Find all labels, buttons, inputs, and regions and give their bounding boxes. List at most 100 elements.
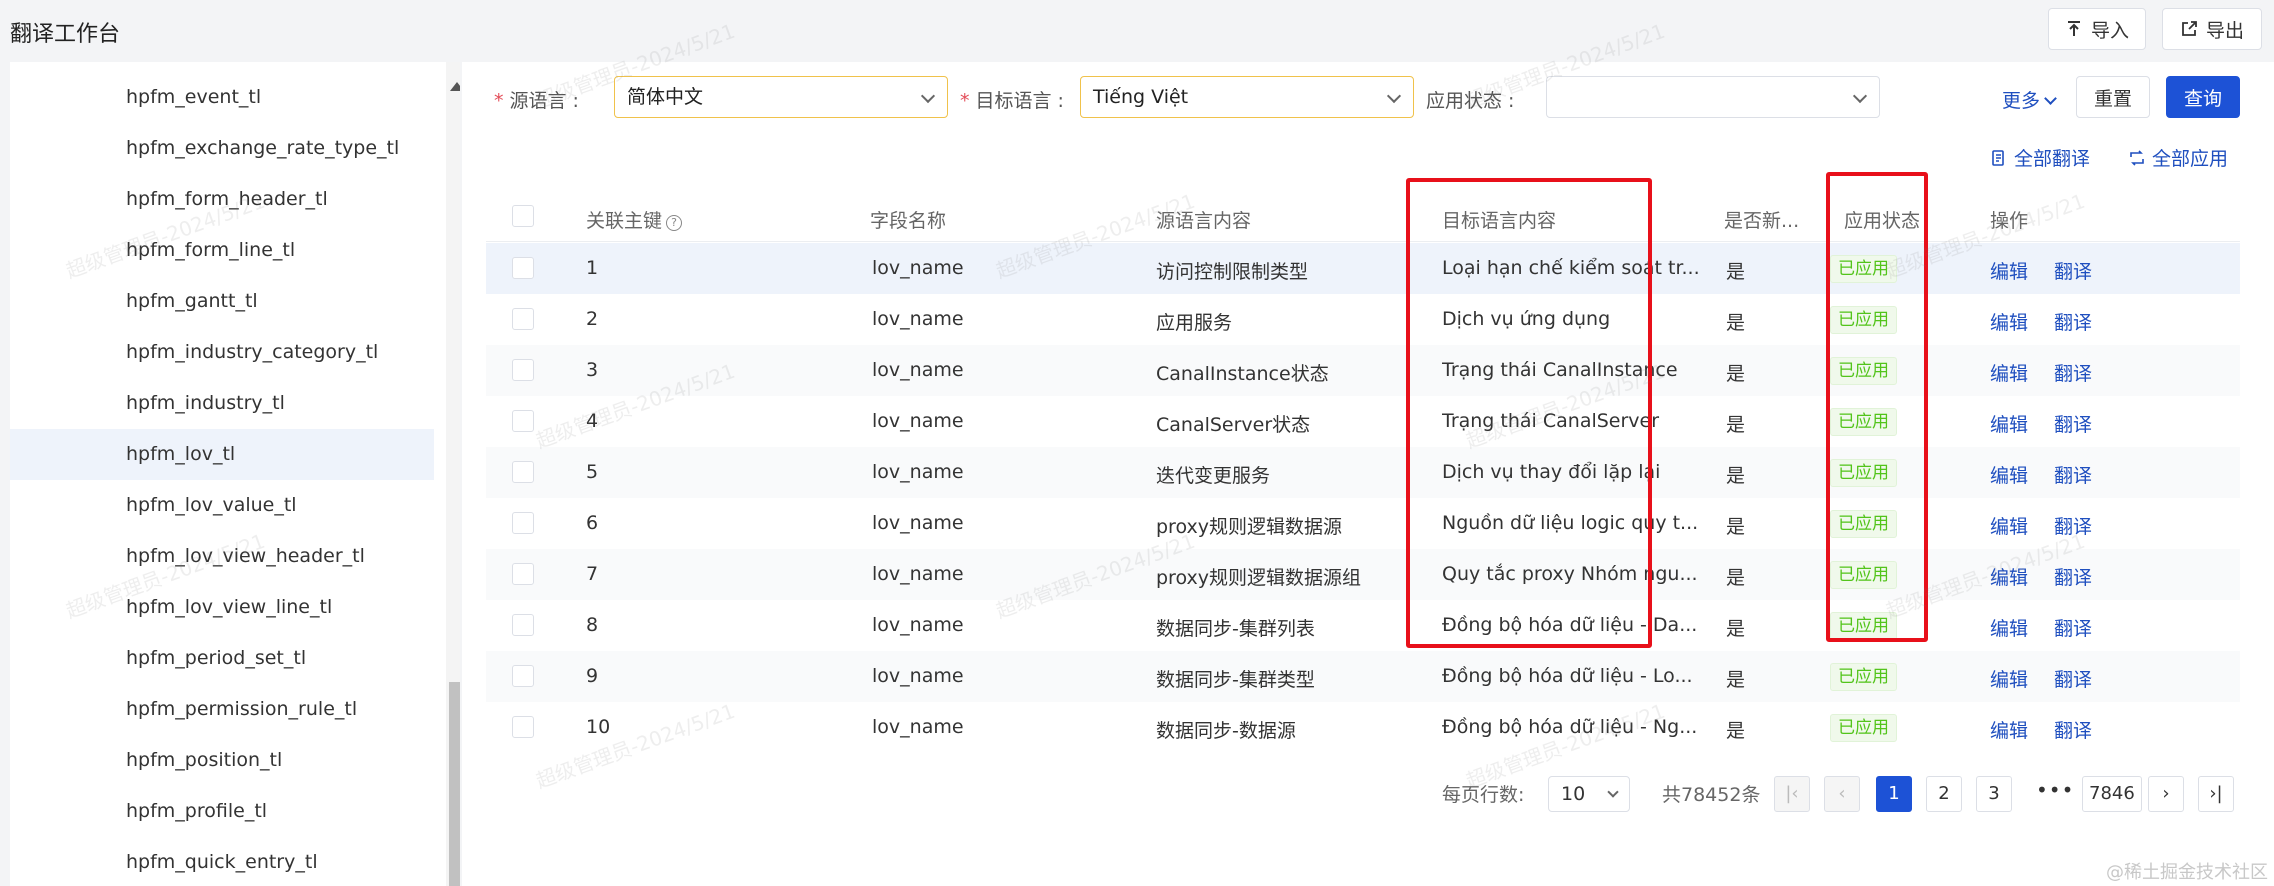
prev-page-button[interactable]: ‹ [1824,776,1860,812]
source-language-select[interactable]: 简体中文 [614,76,948,118]
table-row[interactable]: 3 lov_name CanalInstance状态 Trạng thái Ca… [486,345,2240,396]
select-all-checkbox[interactable] [512,205,534,227]
cell-key: 5 [586,461,599,483]
sidebar-item-label: hpfm_quick_entry_tl [126,851,318,873]
sidebar-item[interactable]: hpfm_lov_value_tl [10,480,434,531]
sidebar-item[interactable]: hpfm_industry_tl [10,378,434,429]
scroll-up-arrow-icon[interactable] [450,82,460,91]
table-row[interactable]: 6 lov_name proxy规则逻辑数据源 Nguồn dữ liệu lo… [486,498,2240,549]
table-header: 关联主键? 字段名称 源语言内容 目标语言内容 是否新... 应用状态 操作 [486,190,2240,242]
more-filters-button[interactable]: 更多 [2002,86,2057,113]
row-checkbox[interactable] [512,461,534,483]
translate-link[interactable]: 翻译 [2054,308,2092,335]
reset-button[interactable]: 重置 [2076,76,2150,118]
table-row[interactable]: 10 lov_name 数据同步-数据源 Đồng bộ hóa dữ liệu… [486,702,2240,753]
row-checkbox[interactable] [512,665,534,687]
translate-link[interactable]: 翻译 [2054,716,2092,743]
translate-link[interactable]: 翻译 [2054,410,2092,437]
sidebar-item-selected[interactable]: hpfm_lov_tl [10,429,434,480]
target-language-select[interactable]: Tiếng Việt [1080,76,1414,118]
cell-key: 1 [586,257,599,279]
row-checkbox[interactable] [512,308,534,330]
help-icon[interactable]: ? [666,215,683,231]
cell-is-new: 是 [1726,363,1746,385]
import-button[interactable]: 导入 [2048,8,2146,50]
sidebar-item[interactable]: hpfm_profile_tl [10,786,434,837]
table-row[interactable]: 1 lov_name 访问控制限制类型 Loại hạn chế kiểm so… [486,243,2240,294]
last-page-button[interactable]: ›| [2198,776,2234,812]
sidebar-item-label: hpfm_industry_category_tl [126,341,379,363]
table-row[interactable]: 5 lov_name 迭代变更服务 Dịch vụ thay đổi lặp l… [486,447,2240,498]
edit-link[interactable]: 编辑 [1990,359,2028,386]
sidebar-item[interactable]: hpfm_position_tl [10,735,434,786]
translate-link[interactable]: 翻译 [2054,461,2092,488]
sidebar-item[interactable]: hpfm_lov_view_header_tl [10,531,434,582]
table-row[interactable]: 8 lov_name 数据同步-集群列表 Đồng bộ hóa dữ liệu… [486,600,2240,651]
sidebar-item[interactable]: hpfm_quick_entry_tl [10,837,434,886]
row-checkbox[interactable] [512,359,534,381]
edit-link[interactable]: 编辑 [1990,308,2028,335]
query-button[interactable]: 查询 [2166,76,2240,118]
edit-link[interactable]: 编辑 [1990,410,2028,437]
page-button[interactable]: 3 [1976,776,2012,812]
translate-link[interactable]: 翻译 [2054,257,2092,284]
row-checkbox[interactable] [512,563,534,585]
row-checkbox[interactable] [512,716,534,738]
app-title: 翻译工作台 [10,22,121,47]
sidebar-item[interactable]: hpfm_period_set_tl [10,633,434,684]
translate-link[interactable]: 翻译 [2054,614,2092,641]
edit-link[interactable]: 编辑 [1990,257,2028,284]
page-ellipsis[interactable]: ••• [2036,778,2074,802]
header-source: 源语言内容 [1156,210,1252,232]
row-checkbox[interactable] [512,257,534,279]
row-checkbox[interactable] [512,614,534,636]
edit-link[interactable]: 编辑 [1990,716,2028,743]
sidebar-item[interactable]: hpfm_exchange_rate_type_tl [10,123,434,174]
sidebar-item[interactable]: hpfm_permission_rule_tl [10,684,434,735]
edit-link[interactable]: 编辑 [1990,614,2028,641]
sidebar-scrollbar[interactable] [446,62,460,886]
cell-field: lov_name [872,614,964,636]
apply-status-select[interactable] [1546,76,1880,118]
apply-all-label: 全部应用 [2152,148,2229,170]
row-checkbox[interactable] [512,512,534,534]
sidebar-item-label: hpfm_form_line_tl [126,239,296,261]
table-row[interactable]: 4 lov_name CanalServer状态 Trạng thái Cana… [486,396,2240,447]
export-button[interactable]: 导出 [2162,8,2262,50]
sidebar-item[interactable]: hpfm_form_line_tl [10,225,434,276]
rows-per-page-label: 每页行数: [1442,784,1525,806]
sidebar-item-label: hpfm_lov_value_tl [126,494,297,516]
sync-icon [2130,149,2144,166]
sidebar-item[interactable]: hpfm_gantt_tl [10,276,434,327]
total-count: 共78452条 [1662,784,1761,806]
sidebar-item[interactable]: hpfm_lov_view_line_tl [10,582,434,633]
table-row[interactable]: 7 lov_name proxy规则逻辑数据源组 Quy tắc proxy N… [486,549,2240,600]
translate-link[interactable]: 翻译 [2054,563,2092,590]
edit-link[interactable]: 编辑 [1990,461,2028,488]
header-key[interactable]: 关联主键? [586,206,683,233]
edit-link[interactable]: 编辑 [1990,512,2028,539]
next-page-button[interactable]: › [2148,776,2184,812]
page-button-current[interactable]: 1 [1876,776,1912,812]
sidebar-item-label: hpfm_gantt_tl [126,290,258,312]
required-mark: * [494,90,504,112]
translate-link[interactable]: 翻译 [2054,665,2092,692]
last-page-number[interactable]: 7846 [2082,776,2142,812]
sidebar-item[interactable]: hpfm_industry_category_tl [10,327,434,378]
cell-key: 4 [586,410,599,432]
apply-all-button[interactable]: 全部应用 [2128,144,2228,171]
scrollbar-thumb[interactable] [449,682,460,886]
table-row[interactable]: 9 lov_name 数据同步-集群类型 Đồng bộ hóa dữ liệu… [486,651,2240,702]
page-size-select[interactable]: 10 [1548,776,1630,812]
row-checkbox[interactable] [512,410,534,432]
edit-link[interactable]: 编辑 [1990,563,2028,590]
translate-link[interactable]: 翻译 [2054,512,2092,539]
sidebar-item[interactable]: hpfm_form_header_tl [10,174,434,225]
sidebar-item[interactable]: hpfm_event_tl [10,72,434,123]
table-row[interactable]: 2 lov_name 应用服务 Dịch vụ ứng dụng 是 已应用 编… [486,294,2240,345]
translate-link[interactable]: 翻译 [2054,359,2092,386]
translate-all-button[interactable]: 全部翻译 [1990,144,2090,171]
page-button[interactable]: 2 [1926,776,1962,812]
first-page-button[interactable]: |‹ [1774,776,1810,812]
edit-link[interactable]: 编辑 [1990,665,2028,692]
